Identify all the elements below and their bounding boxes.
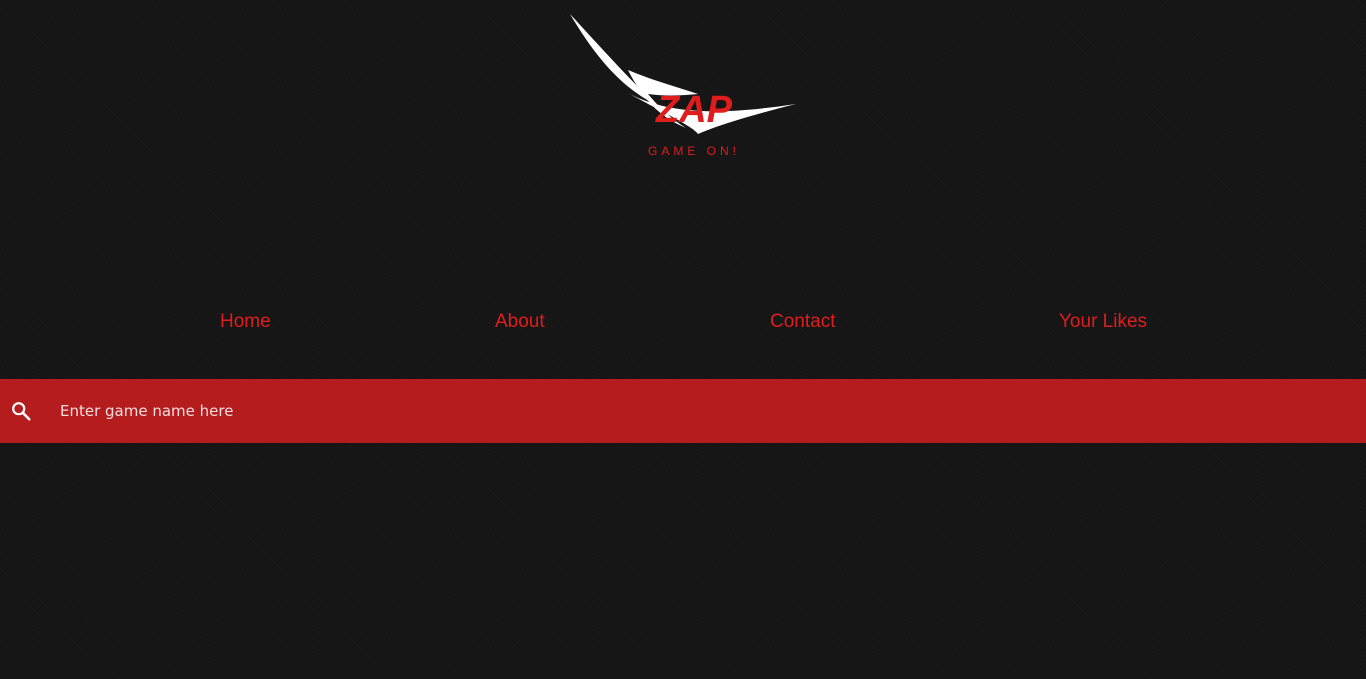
site-logo[interactable]: ZAP GAME ON! bbox=[566, 10, 802, 160]
search-bar bbox=[0, 379, 1366, 443]
search-icon[interactable] bbox=[10, 400, 32, 422]
zap-logo-icon: ZAP GAME ON! bbox=[570, 14, 796, 158]
nav-about-link[interactable]: About bbox=[495, 311, 545, 333]
logo-wordmark: ZAP bbox=[655, 89, 733, 131]
search-input[interactable] bbox=[58, 393, 1348, 429]
main-nav: Home About Contact Your Likes bbox=[0, 311, 1366, 337]
logo-tagline: GAME ON! bbox=[648, 144, 740, 158]
nav-home-link[interactable]: Home bbox=[220, 311, 271, 333]
nav-your-likes-link[interactable]: Your Likes bbox=[1059, 311, 1147, 333]
nav-contact-link[interactable]: Contact bbox=[770, 311, 835, 333]
